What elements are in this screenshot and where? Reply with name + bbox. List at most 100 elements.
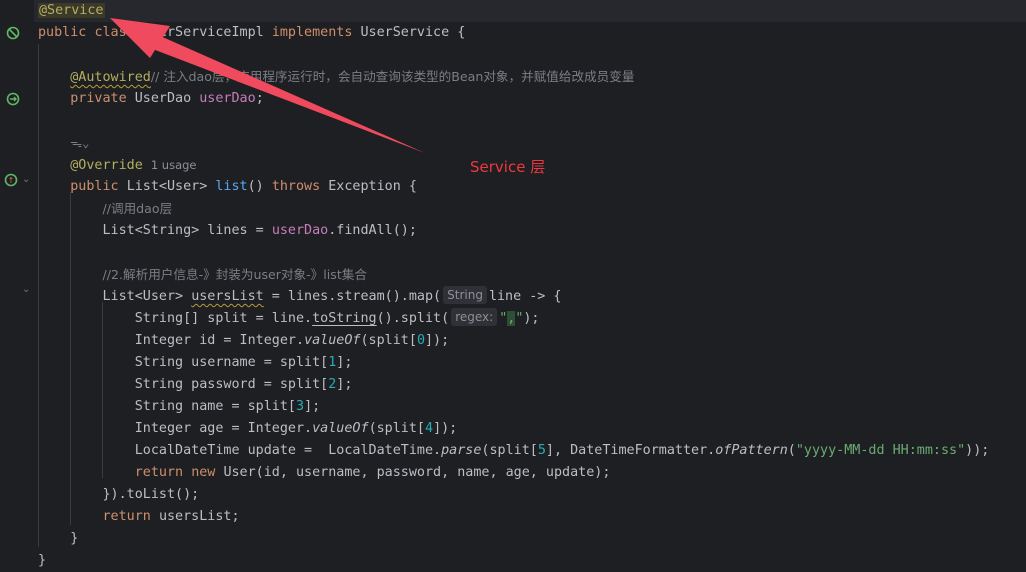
- method-name: parse: [441, 443, 482, 458]
- keyword: private: [70, 91, 127, 106]
- annotation: @Override: [70, 158, 143, 173]
- field-name: userDao: [271, 223, 329, 238]
- fold-chevron-icon[interactable]: ⌄: [22, 284, 30, 295]
- code-text: line -> {: [488, 289, 562, 304]
- code-line: return usersList;: [38, 506, 1026, 528]
- override-marker-icon[interactable]: ↑: [4, 173, 18, 187]
- punctuation: ]);: [425, 333, 450, 348]
- parameter-inlay-hint: regex:: [451, 308, 498, 326]
- code-text: usersList;: [158, 509, 240, 524]
- code-line: String name = split[3];: [38, 396, 1026, 418]
- code-text: (split[: [481, 443, 538, 458]
- keyword: class: [94, 25, 135, 40]
- code-line: String[] split = line.toString().split(r…: [38, 308, 1026, 330]
- field-name: userDao: [199, 91, 256, 106]
- punctuation: ;: [255, 91, 264, 106]
- code-text: String[] split = line.: [134, 311, 313, 326]
- code-line: public List<User> list() throws Exceptio…: [38, 176, 1026, 198]
- punctuation: ]);: [433, 421, 458, 436]
- code-line: List<User> usersList = lines.stream().ma…: [38, 286, 1026, 308]
- punctuation: (: [787, 443, 796, 458]
- keyword: throws: [271, 179, 321, 194]
- code-line: //2.解析用户信息-》封装为user对象-》list集合: [38, 264, 1026, 286]
- punctuation: ];: [304, 399, 321, 414]
- code-line: }).toList();: [38, 484, 1026, 506]
- annotation-label: Service 层: [470, 158, 546, 176]
- annotation: @Service: [38, 3, 105, 18]
- type-inlay-hint: String: [443, 286, 487, 304]
- code-line: return new User(id, username, password, …: [38, 462, 1026, 484]
- keyword: public: [38, 25, 87, 40]
- method-name: list: [215, 179, 248, 194]
- code-line: Integer id = Integer.valueOf(split[0]);: [38, 330, 1026, 352]
- code-line: @Autowired// 注入dao层，应用程序运行时，会自动查询该类型的Bea…: [38, 66, 1026, 88]
- number-literal: 0: [416, 333, 425, 348]
- code-line: Integer age = Integer.valueOf(split[4]);: [38, 418, 1026, 440]
- code-text: String name = split[: [134, 399, 296, 414]
- code-text: = lines.stream().map(: [263, 289, 442, 304]
- comment: // 注入dao层，应用程序运行时，会自动查询该类型的Bean对象，并赋值给改成…: [150, 69, 635, 84]
- keyword: return: [134, 465, 184, 480]
- punctuation: );: [523, 311, 540, 326]
- fold-chevron-icon[interactable]: ⌄: [22, 174, 30, 185]
- code-text: String password = split[: [134, 377, 329, 392]
- type-name: List<User>: [102, 289, 184, 304]
- code-text: }).toList();: [102, 487, 200, 502]
- ai-assistant-icon[interactable]: ᯓ⌄: [70, 136, 89, 150]
- class-name: UserServiceImpl: [142, 25, 264, 40]
- punctuation: }: [38, 553, 47, 568]
- code-text: ().split(: [376, 311, 450, 326]
- code-text: Integer age = Integer.: [134, 421, 313, 436]
- type-name: List<User>: [126, 179, 208, 194]
- punctuation: (): [247, 179, 264, 194]
- annotation: @Autowired: [70, 70, 151, 85]
- keyword: implements: [271, 25, 353, 40]
- code-line: @Service: [38, 0, 1026, 22]
- code-line: public class UserServiceImpl implements …: [38, 22, 1026, 44]
- type-name: UserDao: [134, 91, 192, 106]
- interface-name: UserService {: [360, 25, 466, 40]
- comment: //2.解析用户信息-》封装为user对象-》list集合: [102, 267, 367, 282]
- code-line: private UserDao userDao;: [38, 88, 1026, 110]
- bean-injection-icon[interactable]: [6, 92, 20, 106]
- punctuation: ];: [336, 377, 353, 392]
- number-literal: 3: [296, 399, 305, 414]
- svg-text:↑: ↑: [8, 176, 15, 185]
- implemented-marker-icon[interactable]: [6, 26, 20, 40]
- code-line: String username = split[1];: [38, 352, 1026, 374]
- punctuation: }: [70, 531, 79, 546]
- code-text: List<String> lines =: [102, 223, 272, 238]
- code-text: (split[: [360, 333, 417, 348]
- code-line: String password = split[2];: [38, 374, 1026, 396]
- code-line: List<String> lines = userDao.findAll();: [38, 220, 1026, 242]
- code-text: Integer id = Integer.: [134, 333, 305, 348]
- code-text: String username = split[: [134, 355, 329, 370]
- code-editor[interactable]: @Service public class UserServiceImpl im…: [38, 0, 1026, 572]
- comment: //调用dao层: [102, 201, 173, 216]
- code-text: ], DateTimeFormatter.: [545, 443, 716, 458]
- number-literal: 5: [537, 443, 546, 458]
- method-name: valueOf: [312, 421, 369, 436]
- method-name: ofPattern: [715, 443, 788, 458]
- keyword: return: [102, 509, 151, 524]
- code-line: LocalDateTime update = LocalDateTime.par…: [38, 440, 1026, 462]
- variable-name: usersList: [191, 289, 264, 304]
- keyword: public: [70, 179, 119, 194]
- method-name: valueOf: [304, 333, 361, 348]
- code-line: //调用dao层: [38, 198, 1026, 220]
- usage-hint[interactable]: 1 usage: [151, 158, 197, 172]
- punctuation: ));: [965, 443, 990, 458]
- punctuation: ];: [336, 355, 353, 370]
- code-text: User(id, username, password, name, age, …: [223, 465, 611, 480]
- code-text: LocalDateTime update = LocalDateTime.: [134, 443, 442, 458]
- number-literal: 4: [425, 421, 434, 436]
- exception-name: Exception {: [328, 179, 417, 194]
- code-line: }: [38, 528, 1026, 550]
- code-text: (split[: [368, 421, 425, 436]
- string-literal: "yyyy-MM-dd HH:mm:ss": [795, 443, 966, 458]
- keyword: new: [191, 465, 216, 480]
- code-text: .findAll();: [328, 223, 417, 238]
